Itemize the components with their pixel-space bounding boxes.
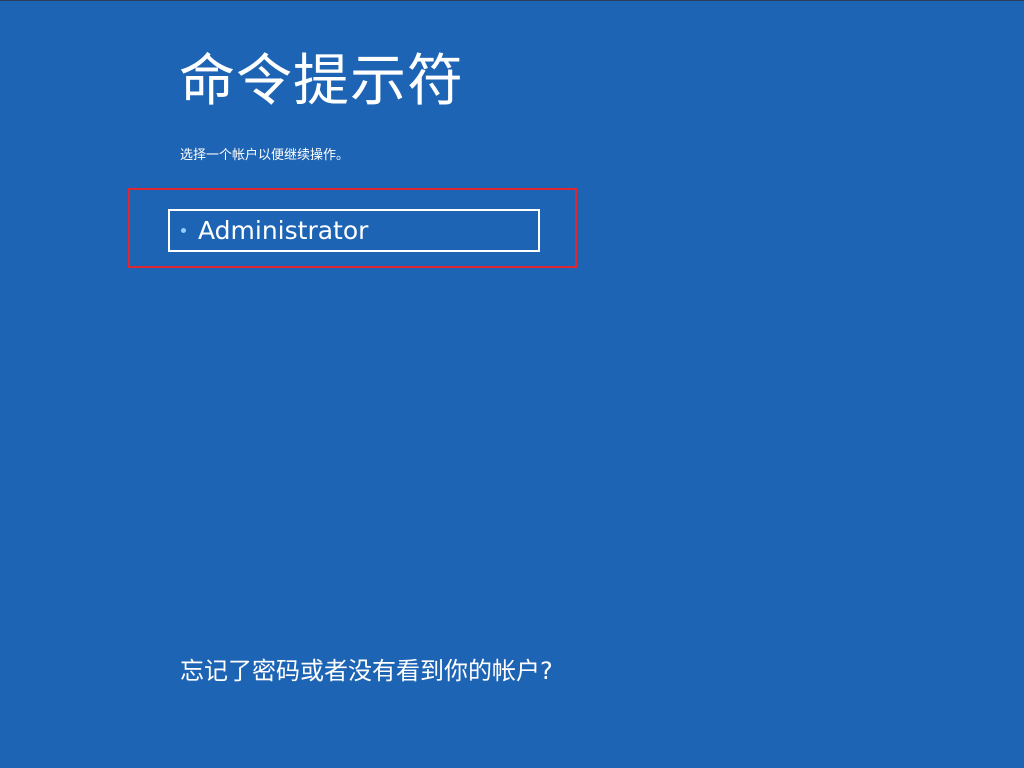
page-title: 命令提示符 <box>179 49 464 114</box>
forgot-password-link[interactable]: 忘记了密码或者没有看到你的帐户? <box>180 654 553 688</box>
account-tile-administrator[interactable]: Administrator <box>168 209 540 252</box>
account-name: Administrator <box>198 215 369 245</box>
bullet-dot-icon <box>181 228 186 233</box>
page-subtitle: 选择一个帐户以便继续操作。 <box>180 148 350 163</box>
top-edge-divider <box>0 0 1024 1</box>
